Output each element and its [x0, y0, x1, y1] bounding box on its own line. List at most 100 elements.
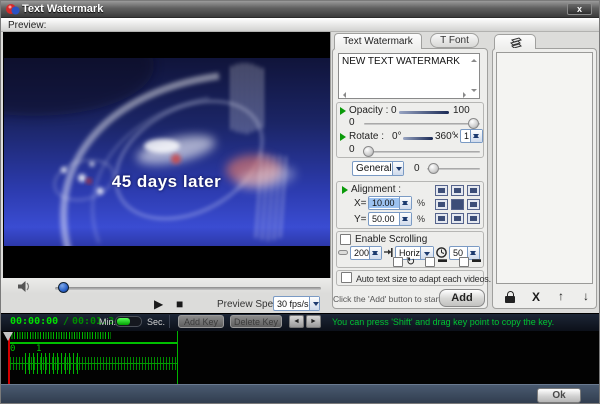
add-button[interactable]: Add [439, 289, 485, 307]
align-top-right[interactable] [467, 185, 480, 196]
align-middle-left[interactable] [435, 199, 448, 210]
x-value: 10.00 [369, 198, 399, 208]
auto-size-label: Auto text size to adapt each videos. [356, 274, 491, 284]
clip-end-line [177, 331, 178, 384]
layer-tab[interactable] [494, 34, 536, 49]
x-spinner[interactable]: 10.00 [368, 196, 412, 210]
time-separator: / [63, 316, 69, 327]
loop-icon: ↻ [406, 255, 415, 268]
move-down-button[interactable]: ↓ [579, 289, 593, 303]
preview-label: Preview: [8, 20, 46, 31]
effect-select[interactable]: General [352, 161, 404, 176]
spinner-arrows-icon[interactable] [399, 213, 411, 225]
loop-checkbox[interactable] [393, 257, 403, 267]
opacity-value: 0 [349, 117, 355, 128]
min-sec-toggle[interactable] [115, 316, 142, 327]
time-current: 00:00:00 [10, 316, 58, 327]
alignment-grid [435, 185, 480, 224]
chevron-down-icon[interactable] [309, 297, 319, 310]
opacity-slider-thumb[interactable] [468, 118, 479, 129]
x-percent: % [417, 198, 425, 208]
video-frame [4, 58, 330, 246]
align-middle-right[interactable] [467, 199, 480, 210]
divider [169, 315, 170, 328]
chevron-down-icon[interactable] [392, 162, 403, 175]
timeline-ruler-ticks [9, 332, 111, 339]
effect-slider-thumb[interactable] [428, 163, 439, 174]
ruler-label-0: 0 [10, 344, 15, 354]
seek-row [1, 278, 331, 294]
close-button[interactable]: x [567, 3, 592, 15]
align-bottom-right[interactable] [467, 213, 480, 224]
spinner-arrows-icon[interactable] [470, 130, 482, 142]
opacity-label: Opacity : [349, 105, 388, 116]
play-button[interactable]: ▶ [154, 297, 163, 311]
bar-icon: ▬ [438, 254, 447, 264]
scroll-up-icon[interactable] [471, 56, 477, 62]
layers-icon [509, 37, 523, 48]
opacity-scale-line [399, 111, 449, 114]
window-title: Text Watermark [22, 3, 103, 15]
video-preview[interactable]: 45 days later [3, 32, 331, 278]
app-icon [6, 3, 20, 16]
speaker-icon[interactable] [18, 281, 31, 292]
y-value: 50.00 [369, 214, 399, 224]
timeline-ruler-line [8, 342, 178, 344]
text-watermark-dialog: Text Watermark x Preview: [0, 0, 600, 404]
enable-scrolling-label: Enable Scrolling [355, 234, 427, 245]
rotate-times-sign: × [453, 131, 459, 142]
align-center[interactable] [451, 199, 464, 210]
ok-button[interactable]: Ok [537, 388, 581, 403]
add-key-button[interactable]: Add Key [178, 315, 224, 328]
scroll-speed-spinner[interactable]: 200 [350, 246, 382, 260]
scroll-right-icon[interactable] [463, 92, 469, 98]
align-top-center[interactable] [451, 185, 464, 196]
opacity-slider-track[interactable] [364, 123, 480, 125]
speed-pill-icon [338, 250, 348, 255]
delete-layer-button[interactable]: X [529, 290, 543, 304]
rotate-count-spinner[interactable]: 1 [460, 129, 483, 143]
move-up-button[interactable]: ↑ [554, 289, 568, 303]
spinner-arrows-icon[interactable] [369, 247, 381, 259]
rotate-scale-line [403, 137, 433, 140]
y-spinner[interactable]: 50.00 [368, 212, 412, 226]
rotate-value: 0 [349, 144, 355, 155]
seek-thumb[interactable] [58, 282, 69, 293]
scroll-down-icon[interactable] [471, 89, 477, 95]
scroll-left-icon[interactable] [340, 92, 346, 98]
alignment-label: Alignment : [351, 184, 401, 195]
preview-speed-value: 30 fps/s [274, 299, 309, 309]
watermark-text-input[interactable]: NEW TEXT WATERMARK [338, 53, 480, 99]
lock-button[interactable] [505, 291, 516, 303]
preview-speed-select[interactable]: 30 fps/s [273, 296, 320, 311]
rotate-count-value: 1 [461, 131, 470, 141]
align-bottom-left[interactable] [435, 213, 448, 224]
green-arrow-icon [342, 186, 348, 194]
distance-icon [384, 248, 393, 258]
rotate-slider-thumb[interactable] [363, 146, 374, 157]
rotate-label: Rotate : [349, 131, 384, 142]
align-bottom-center[interactable] [451, 213, 464, 224]
auto-size-checkbox[interactable] [341, 272, 352, 283]
watermark-list[interactable] [496, 52, 593, 284]
opacity-max: 100 [453, 105, 470, 116]
prev-key-button[interactable]: ◄ [289, 315, 304, 328]
bar-option-checkbox[interactable] [459, 257, 469, 267]
tab-font[interactable]: T Font [430, 33, 479, 48]
min-label: Min. [99, 317, 116, 327]
spinner-arrows-icon[interactable] [399, 197, 411, 209]
seek-track[interactable] [55, 287, 321, 290]
tab-text-watermark[interactable]: Text Watermark [334, 33, 422, 49]
delete-key-button[interactable]: Delete Key [230, 315, 282, 328]
enable-scrolling-checkbox[interactable] [340, 234, 351, 245]
align-top-left[interactable] [435, 185, 448, 196]
preview-strip [1, 18, 600, 32]
timeline-canvas[interactable]: 0 1 [1, 331, 600, 384]
bar-option-checkbox[interactable] [425, 257, 435, 267]
video-watermark-caption: 45 days later [3, 172, 330, 192]
timeline-hint: You can press 'Shift' and drag key point… [332, 317, 554, 327]
stop-button[interactable]: ■ [176, 297, 183, 311]
rotate-slider-track[interactable] [364, 151, 480, 153]
next-key-button[interactable]: ► [306, 315, 321, 328]
playhead-marker-icon[interactable] [3, 332, 13, 341]
